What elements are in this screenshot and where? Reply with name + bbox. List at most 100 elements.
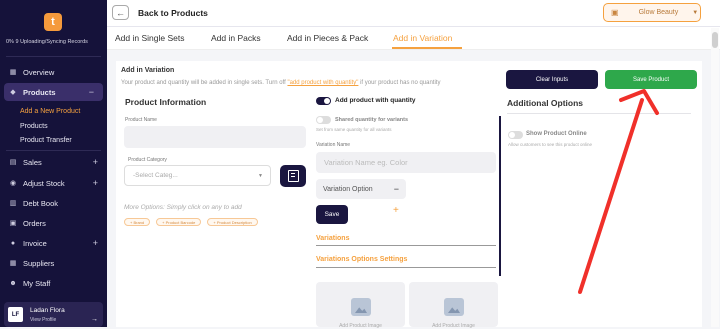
receipt-icon: ▤ bbox=[9, 159, 17, 166]
arrow-left-icon: ← bbox=[116, 7, 125, 18]
variations-heading[interactable]: Variations bbox=[316, 235, 349, 242]
shared-quantity-hint: Set from same quantity for all variants bbox=[316, 127, 392, 132]
save-product-button[interactable]: Save Product bbox=[605, 70, 697, 89]
add-with-quantity-label: Add product with quantity bbox=[335, 97, 416, 104]
clear-inputs-button[interactable]: Clear Inputs bbox=[506, 70, 598, 89]
store-selector[interactable]: ▣ Glow Beauty ▼ bbox=[603, 3, 701, 22]
chevron-down-icon: ▼ bbox=[258, 172, 263, 179]
product-information-heading: Product Information bbox=[125, 97, 207, 107]
scrollbar-thumb[interactable] bbox=[712, 32, 718, 48]
option-chips: + Brand + Product Barcode + Product Desc… bbox=[124, 218, 264, 226]
expand-icon: + bbox=[92, 178, 98, 188]
sidebar-item-label: Invoice bbox=[23, 238, 47, 248]
sidebar-item-label: Orders bbox=[23, 218, 46, 228]
brand-chip[interactable]: + Brand bbox=[124, 218, 151, 226]
description-chip[interactable]: + Product Description bbox=[207, 218, 258, 226]
image-upload-caption: Add Product Image bbox=[339, 323, 382, 329]
invoice-icon: ● bbox=[10, 239, 16, 247]
sidebar-subitem-product-transfer[interactable]: Product Transfer bbox=[20, 137, 72, 144]
sidebar: t 0% 9 Uploading/Syncing Records ▦ Overv… bbox=[0, 0, 107, 327]
add-with-quantity-toggle[interactable] bbox=[316, 97, 331, 105]
image-upload-box[interactable]: Add Product Image bbox=[409, 282, 498, 329]
image-upload-caption: Add Product Image bbox=[432, 323, 475, 329]
store-name: Glow Beauty bbox=[638, 9, 679, 16]
save-variation-button[interactable]: Save bbox=[316, 205, 348, 224]
sidebar-divider bbox=[6, 56, 101, 57]
sidebar-item-label: My Staff bbox=[23, 278, 51, 288]
section-divider bbox=[316, 267, 496, 268]
variation-name-placeholder: Variation Name eg. Color bbox=[324, 158, 408, 167]
sidebar-item-debt-book[interactable]: ▥ Debt Book bbox=[0, 194, 107, 212]
sidebar-item-my-staff[interactable]: ☻ My Staff bbox=[0, 274, 107, 292]
category-list-icon bbox=[287, 170, 299, 182]
dashboard-icon: ▦ bbox=[9, 69, 17, 76]
section-divider bbox=[507, 113, 691, 114]
variation-option-label: Variation Option bbox=[323, 185, 373, 193]
collapse-icon: − bbox=[88, 87, 94, 97]
shared-quantity-label: Shared quantity for variants bbox=[335, 117, 409, 123]
staff-icon: ☻ bbox=[9, 279, 17, 287]
page-title: Back to Products bbox=[138, 8, 208, 18]
category-placeholder: -Select Categ... bbox=[133, 172, 178, 179]
main-content: ← Back to Products ▣ Glow Beauty ▼ Add i… bbox=[107, 0, 720, 329]
sidebar-item-sales[interactable]: ▤ Sales + bbox=[0, 153, 107, 171]
sidebar-item-products[interactable]: ◆ Products − bbox=[4, 83, 103, 101]
suppliers-icon: ▦ bbox=[9, 260, 17, 267]
sidebar-item-label: Debt Book bbox=[23, 198, 59, 208]
image-icon bbox=[351, 298, 371, 316]
product-name-label: Product Name bbox=[125, 117, 157, 123]
sidebar-item-suppliers[interactable]: ▦ Suppliers bbox=[0, 254, 107, 272]
description-text: Your product and quantity will be added … bbox=[121, 80, 288, 86]
shared-quantity-toggle[interactable] bbox=[316, 116, 331, 124]
add-category-button[interactable] bbox=[280, 165, 306, 187]
sidebar-item-adjust-stock[interactable]: ◉ Adjust Stock + bbox=[0, 174, 107, 192]
product-category-label: Product Category bbox=[128, 157, 167, 163]
tab-bar: Add in Single Sets Add in Packs Add in P… bbox=[107, 27, 720, 50]
back-button[interactable]: ← bbox=[112, 5, 129, 20]
product-name-input[interactable] bbox=[124, 126, 306, 148]
tab-single-sets[interactable]: Add in Single Sets bbox=[115, 33, 184, 43]
column-divider bbox=[499, 116, 501, 276]
tab-pieces-pack[interactable]: Add in Pieces & Pack bbox=[287, 33, 368, 43]
variation-option-field[interactable]: Variation Option − bbox=[316, 179, 406, 199]
sidebar-divider bbox=[6, 150, 101, 151]
additional-options-heading: Additional Options bbox=[507, 98, 584, 108]
sidebar-subitem-add-new-product[interactable]: Add a New Product bbox=[20, 108, 80, 115]
store-icon: ▣ bbox=[611, 8, 619, 17]
sidebar-subitem-products[interactable]: Products bbox=[20, 123, 48, 130]
form-card: Add in Variation Your product and quanti… bbox=[116, 61, 702, 329]
arrow-right-icon[interactable]: → bbox=[91, 316, 98, 323]
sidebar-item-invoice[interactable]: ● Invoice + bbox=[0, 234, 107, 252]
view-profile-link[interactable]: View Profile bbox=[30, 317, 56, 323]
top-bar: ← Back to Products ▣ Glow Beauty ▼ bbox=[107, 0, 720, 27]
avatar: LF bbox=[8, 307, 23, 322]
add-variation-icon[interactable]: + bbox=[393, 205, 399, 216]
sidebar-item-orders[interactable]: ▣ Orders bbox=[0, 214, 107, 232]
sidebar-item-label: Products bbox=[23, 87, 56, 97]
tab-variation[interactable]: Add in Variation bbox=[393, 33, 452, 43]
tab-packs[interactable]: Add in Packs bbox=[211, 33, 261, 43]
variation-name-input[interactable]: Variation Name eg. Color bbox=[316, 152, 496, 173]
image-icon bbox=[444, 298, 464, 316]
user-profile-card[interactable]: LF Ladan Flora View Profile → bbox=[4, 302, 103, 327]
adjust-icon: ◉ bbox=[9, 180, 17, 187]
active-tab-indicator bbox=[392, 47, 462, 49]
box-icon: ◆ bbox=[10, 89, 16, 96]
cart-icon: ▣ bbox=[9, 220, 17, 227]
sidebar-item-overview[interactable]: ▦ Overview bbox=[0, 63, 107, 81]
variation-name-label: Variation Name bbox=[316, 142, 351, 148]
book-icon: ▥ bbox=[9, 200, 17, 207]
barcode-chip[interactable]: + Product Barcode bbox=[156, 218, 202, 226]
show-online-toggle[interactable] bbox=[508, 131, 523, 139]
expand-icon: + bbox=[92, 238, 98, 248]
variation-options-settings-heading[interactable]: Variations Options Settings bbox=[316, 256, 407, 263]
product-category-select[interactable]: -Select Categ... ▼ bbox=[124, 165, 271, 186]
minus-icon[interactable]: − bbox=[394, 184, 399, 194]
sidebar-item-label: Sales bbox=[23, 157, 42, 167]
expand-icon: + bbox=[92, 157, 98, 167]
image-upload-box[interactable]: Add Product Image bbox=[316, 282, 405, 329]
add-with-quantity-link[interactable]: "add product with quantity" bbox=[287, 80, 358, 86]
scrollbar[interactable] bbox=[711, 28, 719, 327]
description-text: if your product has no quantity bbox=[358, 80, 441, 86]
sidebar-item-label: Adjust Stock bbox=[23, 178, 65, 188]
